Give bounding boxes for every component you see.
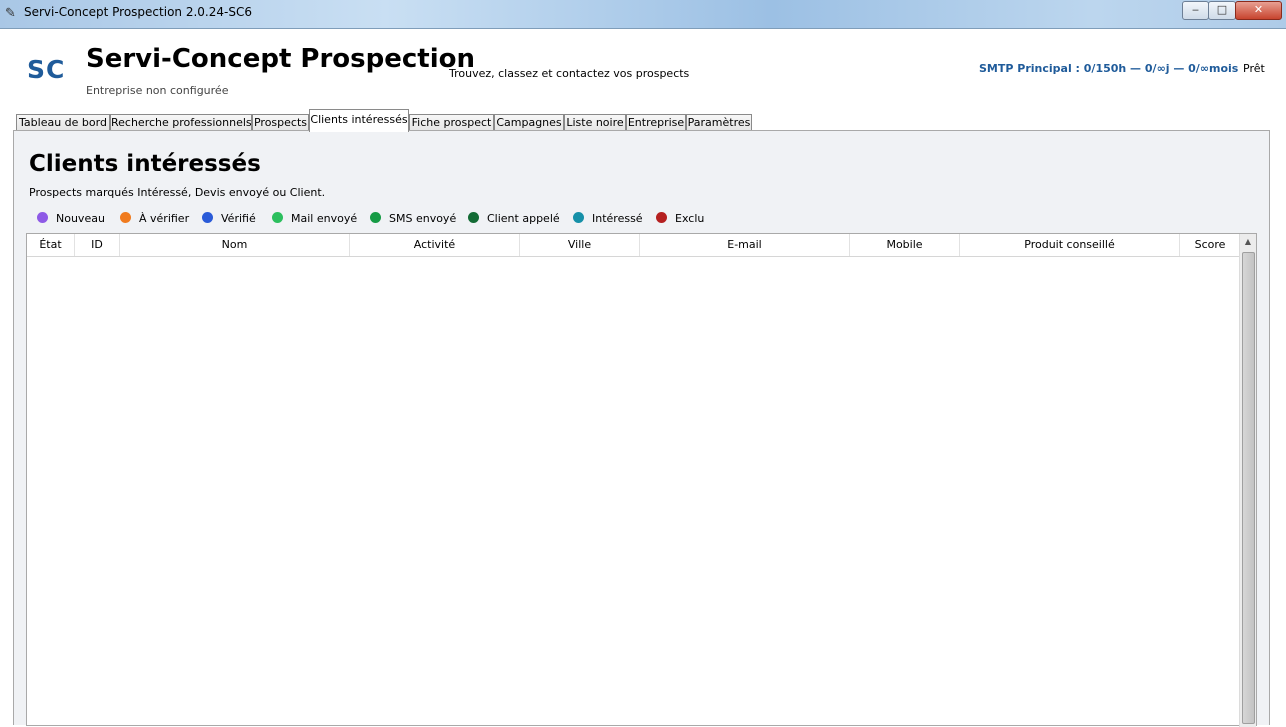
legend-item-client-appele: Client appelé <box>468 211 560 227</box>
status-dot-icon <box>370 212 381 223</box>
tab-parametres[interactable]: Paramètres <box>686 114 752 131</box>
scroll-up-arrow-icon[interactable]: ▲ <box>1240 236 1256 248</box>
tab-prospects[interactable]: Prospects <box>252 114 309 131</box>
column-header-nom[interactable]: Nom <box>120 234 350 256</box>
clients-table[interactable]: État ID Nom Activité Ville E-mail Mobile… <box>26 233 1257 727</box>
logo: SC <box>27 55 66 84</box>
tab-recherche-professionnels[interactable]: Recherche professionnels <box>110 114 252 131</box>
window-title-bar: ✎ Servi-Concept Prospection 2.0.24-SC6 ‒… <box>0 0 1286 29</box>
close-button[interactable]: ✕ <box>1235 1 1282 20</box>
status-text: Prêt <box>1243 62 1265 75</box>
tab-bar: Tableau de bord Recherche professionnels… <box>4 108 1282 132</box>
column-header-etat[interactable]: État <box>27 234 75 256</box>
column-header-score[interactable]: Score <box>1180 234 1240 256</box>
smtp-status: SMTP Principal : 0/150h — 0/∞j — 0/∞mois <box>979 62 1239 75</box>
company-status: Entreprise non configurée <box>86 84 229 97</box>
minimize-button[interactable]: ‒ <box>1182 1 1209 20</box>
tab-clients-interesses[interactable]: Clients intéressés <box>309 109 409 132</box>
tab-liste-noire[interactable]: Liste noire <box>564 114 626 131</box>
column-header-ville[interactable]: Ville <box>520 234 640 256</box>
status-dot-icon <box>37 212 48 223</box>
clients-interesses-panel: Clients intéressés Prospects marqués Int… <box>13 130 1270 727</box>
legend-item-verifie: Vérifié <box>202 211 256 227</box>
status-dot-icon <box>573 212 584 223</box>
app-header: SC Servi-Concept Prospection Entreprise … <box>4 29 1282 108</box>
page-title: Clients intéressés <box>29 151 261 177</box>
page-subtitle: Prospects marqués Intéressé, Devis envoy… <box>29 186 326 199</box>
status-dot-icon <box>120 212 131 223</box>
vertical-scrollbar[interactable]: ▲ <box>1239 234 1256 727</box>
tab-campagnes[interactable]: Campagnes <box>494 114 564 131</box>
app-name: Servi-Concept Prospection <box>86 44 476 74</box>
status-dot-icon <box>202 212 213 223</box>
tab-entreprise[interactable]: Entreprise <box>626 114 686 131</box>
column-header-produit-conseille[interactable]: Produit conseillé <box>960 234 1180 256</box>
column-header-id[interactable]: ID <box>75 234 120 256</box>
legend-item-a-verifier: À vérifier <box>120 211 189 227</box>
column-header-email[interactable]: E-mail <box>640 234 850 256</box>
scroll-thumb[interactable] <box>1242 252 1255 724</box>
column-header-mobile[interactable]: Mobile <box>850 234 960 256</box>
status-dot-icon <box>656 212 667 223</box>
tab-tableau-de-bord[interactable]: Tableau de bord <box>16 114 110 131</box>
tagline: Trouvez, classez et contactez vos prospe… <box>449 67 690 80</box>
status-dot-icon <box>468 212 479 223</box>
window-title: Servi-Concept Prospection 2.0.24-SC6 <box>24 5 252 19</box>
legend-item-sms-envoye: SMS envoyé <box>370 211 456 227</box>
legend-item-nouveau: Nouveau <box>37 211 105 227</box>
maximize-button[interactable]: □ <box>1208 1 1236 20</box>
feather-icon: ✎ <box>5 6 16 21</box>
tab-fiche-prospect[interactable]: Fiche prospect <box>409 114 494 131</box>
legend-item-exclu: Exclu <box>656 211 704 227</box>
table-header: État ID Nom Activité Ville E-mail Mobile… <box>27 234 1240 257</box>
legend-item-interesse: Intéressé <box>573 211 643 227</box>
legend-item-mail-envoye: Mail envoyé <box>272 211 357 227</box>
status-dot-icon <box>272 212 283 223</box>
column-header-activite[interactable]: Activité <box>350 234 520 256</box>
